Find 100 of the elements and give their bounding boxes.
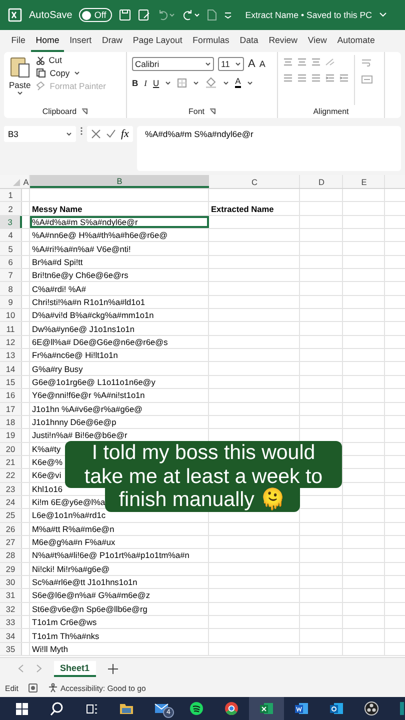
formula-content[interactable]: %A#d%a#m S%a#ndyl6e@r <box>144 129 254 139</box>
row-header[interactable]: 6 <box>0 256 22 268</box>
ribbon-tab[interactable]: Data <box>234 30 264 52</box>
spreadsheet-app-icon[interactable] <box>259 701 274 716</box>
row-header[interactable]: 17 <box>0 402 22 415</box>
merge-icon[interactable] <box>361 75 373 84</box>
row-header[interactable]: 32 <box>0 602 22 615</box>
music-app-icon[interactable] <box>189 701 204 716</box>
insert-function-button[interactable]: fx <box>121 128 129 140</box>
ribbon-tab[interactable]: Automate <box>332 30 380 52</box>
ribbon-tab[interactable]: Draw <box>96 30 128 52</box>
row-header[interactable]: 13 <box>0 349 22 362</box>
row-header[interactable]: 5 <box>0 242 22 255</box>
shrink-font-button[interactable]: A <box>259 59 266 69</box>
row-header[interactable]: 18 <box>0 416 22 428</box>
document-title[interactable]: Extract Name • Saved to this PC <box>245 10 372 20</box>
row-header[interactable]: 34 <box>0 629 22 642</box>
align-icon[interactable] <box>297 74 307 82</box>
row-header[interactable]: 2 <box>0 202 22 215</box>
row-header[interactable]: 10 <box>0 309 22 322</box>
row-header[interactable]: 27 <box>0 536 22 548</box>
folder-icon[interactable] <box>119 701 134 716</box>
align-icon[interactable] <box>283 58 293 66</box>
row-header[interactable]: 33 <box>0 616 22 628</box>
row-header[interactable]: 24 <box>0 496 22 508</box>
italic-button[interactable]: I <box>144 78 147 88</box>
cancel-icon[interactable] <box>91 129 101 139</box>
row-header[interactable]: 31 <box>0 589 22 602</box>
row-header[interactable]: 29 <box>0 562 22 575</box>
name-box[interactable]: B3 <box>4 126 76 142</box>
ribbon-tab[interactable]: Formulas <box>187 30 235 52</box>
row-header[interactable]: 15 <box>0 376 22 388</box>
dialog-launcher-icon[interactable] <box>80 108 88 115</box>
task-view-icon[interactable] <box>86 702 98 714</box>
row-header[interactable]: 25 <box>0 509 22 522</box>
row-header[interactable]: 8 <box>0 282 22 295</box>
bold-button[interactable]: B <box>132 78 138 88</box>
row-header[interactable]: 4 <box>0 229 22 242</box>
ribbon-tab[interactable]: Review <box>264 30 303 52</box>
row-header[interactable]: 21 <box>0 456 22 468</box>
row-header[interactable]: 28 <box>0 549 22 562</box>
copy-button[interactable]: Copy <box>36 68 106 78</box>
search-icon[interactable] <box>50 702 63 716</box>
paste-button[interactable]: Paste <box>9 55 31 105</box>
row-header[interactable]: 9 <box>0 296 22 308</box>
row-header[interactable]: 12 <box>0 336 22 348</box>
document-app-icon[interactable] <box>294 701 309 716</box>
row-header[interactable]: 26 <box>0 522 22 535</box>
customize-icon[interactable] <box>224 11 232 19</box>
row-header[interactable]: 35 <box>0 642 22 656</box>
column-header[interactable]: B <box>30 175 209 188</box>
font-color-button[interactable]: A <box>235 77 241 88</box>
align-icon[interactable] <box>311 58 321 66</box>
start-icon[interactable] <box>16 702 28 714</box>
browser-icon[interactable] <box>224 701 239 716</box>
email-app-icon[interactable] <box>329 701 344 716</box>
redo-icon[interactable] <box>182 9 200 21</box>
autosave-toggle[interactable]: Off <box>79 8 112 22</box>
column-header[interactable]: A <box>22 175 30 188</box>
ribbon-tab[interactable]: Insert <box>64 30 97 52</box>
save-as-icon[interactable] <box>138 9 150 21</box>
sheet-tab[interactable]: Sheet1 <box>54 660 96 676</box>
ribbon-tab[interactable]: File <box>6 30 31 52</box>
borders-icon[interactable] <box>177 78 188 88</box>
align-icon[interactable] <box>311 74 321 82</box>
wrap-text-icon[interactable] <box>361 58 373 67</box>
align-icon[interactable] <box>297 58 307 66</box>
chevron-down-icon[interactable] <box>379 12 387 18</box>
cut-button[interactable]: Cut <box>36 55 106 65</box>
new-file-icon[interactable] <box>207 9 218 21</box>
row-header[interactable]: 11 <box>0 322 22 335</box>
row-header[interactable]: 30 <box>0 576 22 588</box>
font-name-field[interactable]: Calibri <box>132 57 214 71</box>
row-header[interactable]: 19 <box>0 429 22 442</box>
dialog-launcher-icon[interactable] <box>208 108 216 115</box>
ribbon-tab[interactable]: View <box>302 30 332 52</box>
column-header[interactable]: E <box>343 175 385 188</box>
mail-icon[interactable] <box>154 701 169 716</box>
recorder-icon[interactable] <box>364 701 379 716</box>
font-size-field[interactable]: 11 <box>218 57 244 71</box>
indent-icon[interactable] <box>339 74 349 82</box>
row-header[interactable]: 14 <box>0 362 22 375</box>
grow-font-button[interactable]: A <box>248 58 256 70</box>
row-header[interactable]: 1 <box>0 189 22 202</box>
row-header[interactable]: 16 <box>0 389 22 402</box>
undo-icon[interactable] <box>157 9 176 21</box>
save-icon[interactable] <box>119 9 132 21</box>
column-header[interactable]: D <box>300 175 343 188</box>
column-header[interactable]: C <box>209 175 300 188</box>
row-header[interactable]: 22 <box>0 469 22 482</box>
indent-icon[interactable] <box>325 74 335 82</box>
underline-button[interactable]: U <box>152 78 160 88</box>
align-icon[interactable] <box>283 74 293 82</box>
row-header[interactable]: 20 <box>0 442 22 455</box>
ribbon-tab[interactable]: Page Layout <box>128 30 188 52</box>
fill-color-icon[interactable] <box>205 77 218 88</box>
row-header[interactable]: 23 <box>0 482 22 495</box>
macro-recording-icon[interactable] <box>28 683 38 693</box>
row-header[interactable]: 7 <box>0 269 22 282</box>
row-header[interactable]: 3 <box>0 216 22 228</box>
